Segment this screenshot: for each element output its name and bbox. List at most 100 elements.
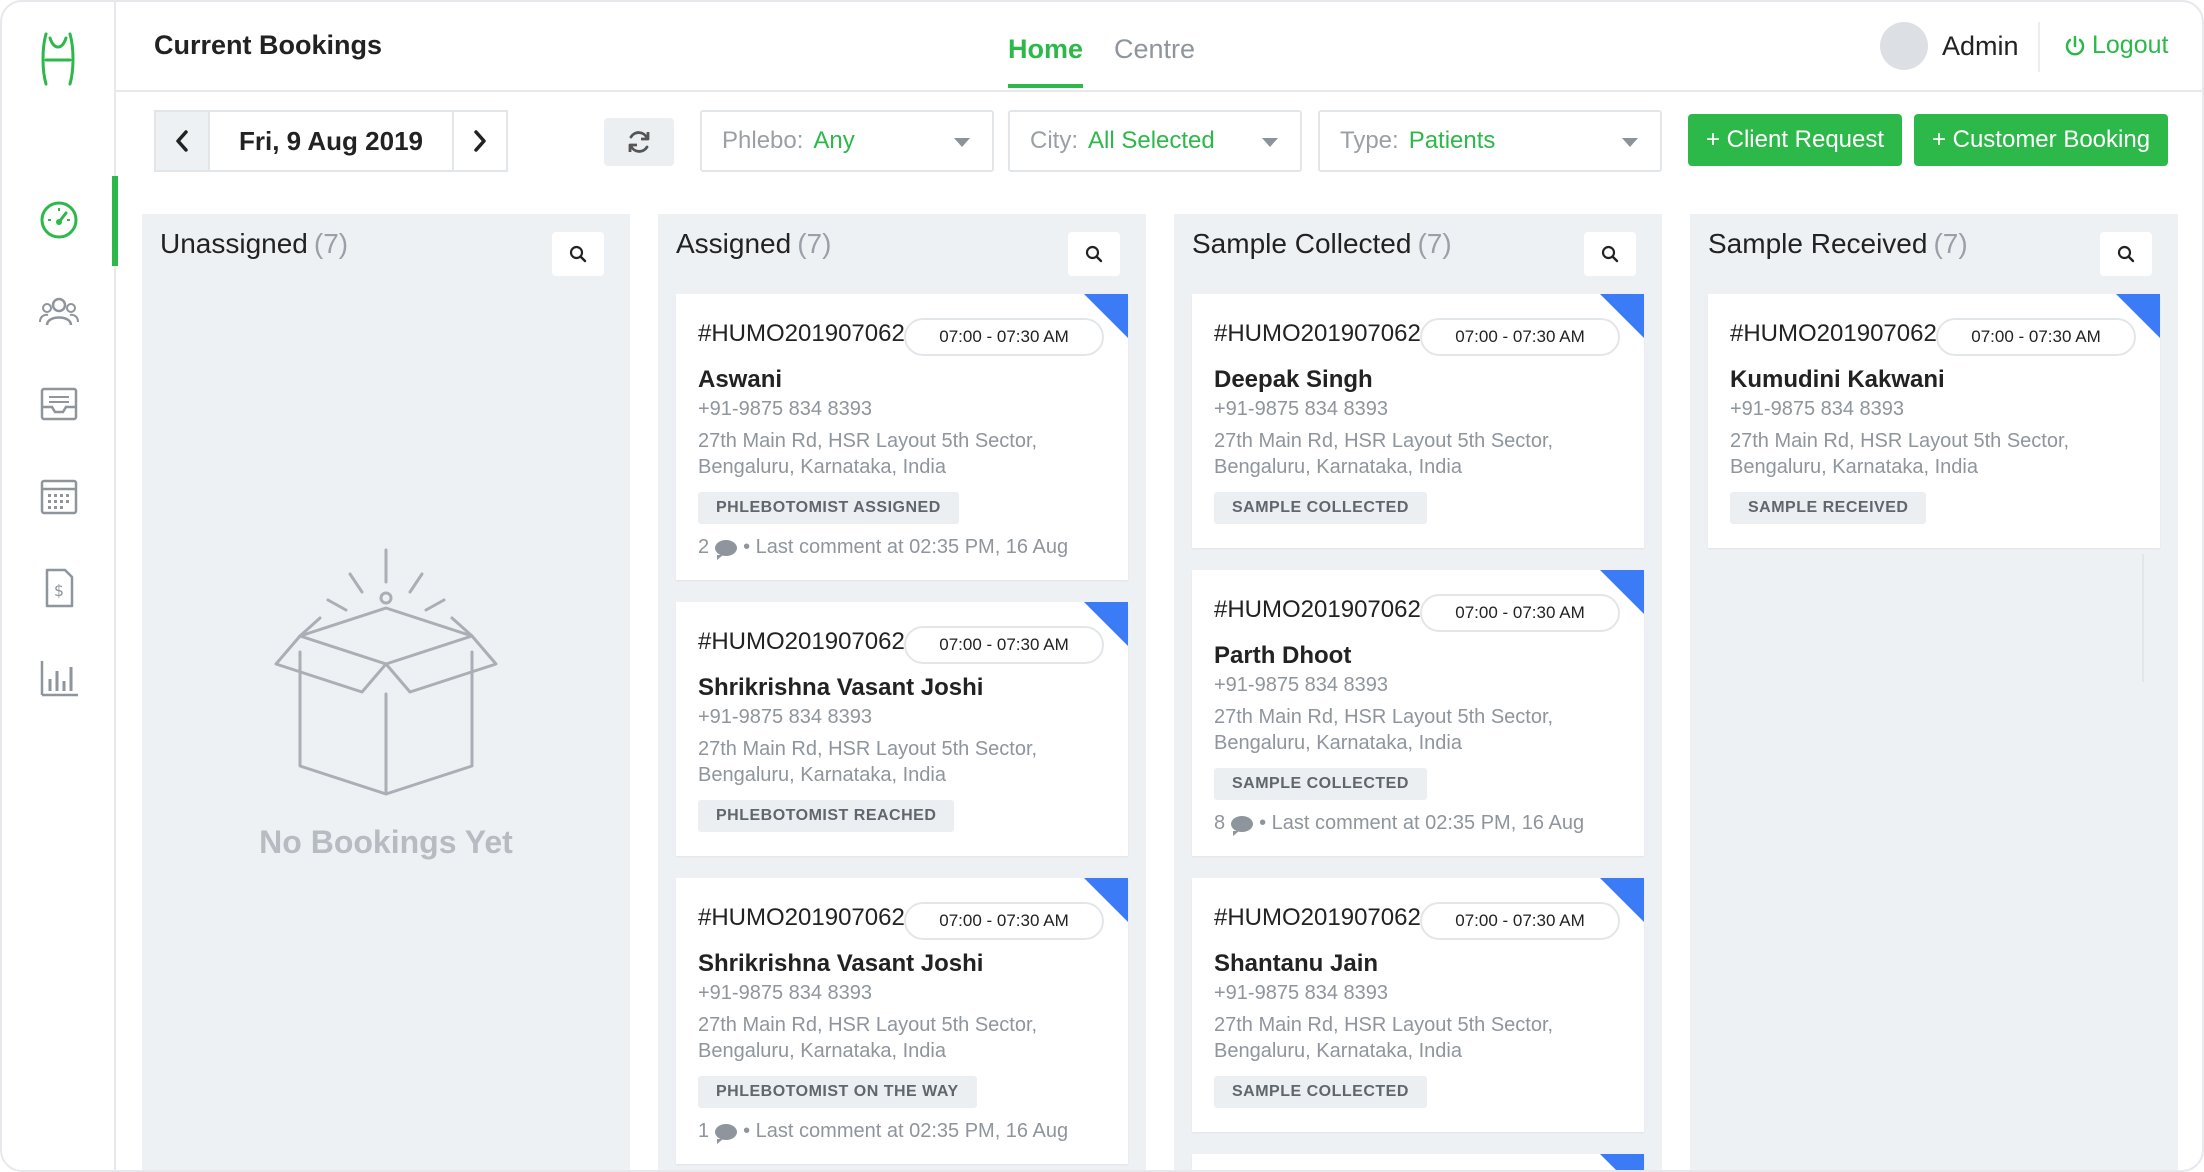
column-count: (7) xyxy=(313,228,349,259)
address-line-2: Bengaluru, Karnataka, India xyxy=(1214,456,1462,478)
date-next-button[interactable] xyxy=(452,112,506,170)
nav-calendar[interactable] xyxy=(2,464,116,528)
client-request-button[interactable]: + Client Request xyxy=(1688,114,1902,166)
comment-summary[interactable]: 8 • Last comment at 02:35 PM, 16 Aug xyxy=(1214,812,1585,836)
scroll-track[interactable] xyxy=(2142,554,2144,682)
column-header: Assigned (7) xyxy=(676,228,831,260)
booking-card[interactable]: #HUMO2019070624 07:00 - 07:30 AM Aswani … xyxy=(676,294,1128,580)
column-search-button[interactable] xyxy=(1068,232,1120,276)
chevron-down-icon xyxy=(954,138,970,147)
sidebar: $ xyxy=(2,2,118,1170)
chevron-right-icon xyxy=(474,130,486,152)
nav-inbox[interactable] xyxy=(2,372,116,436)
booking-card[interactable]: #HUMO2019070624 07:00 - 07:30 AM Deepak … xyxy=(1192,294,1644,548)
booking-id: #HUMO2019070624 xyxy=(1214,596,1435,623)
comment-text: • Last comment at 02:35 PM, 16 Aug xyxy=(743,536,1069,558)
time-slot: 07:00 - 07:30 AM xyxy=(1936,318,2136,356)
booking-id: #HUMO2019070624 xyxy=(698,904,919,931)
type-select[interactable]: Type: Patients xyxy=(1318,110,1662,172)
patient-phone: +91-9875 834 8393 xyxy=(698,706,873,728)
patient-address: 27th Main Rd, HSR Layout 5th Sector, Ben… xyxy=(1214,428,1553,480)
city-select[interactable]: City: All Selected xyxy=(1008,110,1302,172)
phlebo-value: Any xyxy=(813,127,855,154)
tab-home[interactable]: Home xyxy=(1008,34,1084,88)
current-date[interactable]: Fri, 9 Aug 2019 xyxy=(210,112,452,170)
patient-phone: +91-9875 834 8393 xyxy=(1214,674,1389,696)
address-line-2: Bengaluru, Karnataka, India xyxy=(1214,732,1462,754)
time-slot: 07:00 - 07:30 AM xyxy=(904,902,1104,940)
address-line-2: Bengaluru, Karnataka, India xyxy=(1730,456,1978,478)
comment-count: 2 xyxy=(698,536,710,558)
status-badge: SAMPLE RECEIVED xyxy=(1730,492,1927,524)
booking-card[interactable]: #HUMO2019070624 07:00 - 07:30 AM Parth D… xyxy=(1192,570,1644,856)
address-line-2: Bengaluru, Karnataka, India xyxy=(1214,1040,1462,1062)
invoice-icon: $ xyxy=(45,568,74,608)
column-title: Assigned xyxy=(676,228,792,259)
column-search-button[interactable] xyxy=(1584,232,1636,276)
column-search-button[interactable] xyxy=(2100,232,2152,276)
city-value: All Selected xyxy=(1088,127,1215,154)
address-line-1: 27th Main Rd, HSR Layout 5th Sector, xyxy=(1730,430,2070,452)
address-line-1: 27th Main Rd, HSR Layout 5th Sector, xyxy=(1214,706,1554,728)
time-slot: 07:00 - 07:30 AM xyxy=(1420,902,1620,940)
header-divider xyxy=(2038,22,2040,72)
status-badge: PHLEBOTOMIST ON THE WAY xyxy=(698,1076,977,1108)
comment-text: • Last comment at 02:35 PM, 16 Aug xyxy=(1259,812,1585,834)
column-sample-collected: Sample Collected (7) #HUMO2019070624 07:0… xyxy=(1174,214,1662,1170)
search-icon xyxy=(1601,245,1619,263)
column-title: Unassigned xyxy=(160,228,308,259)
booking-card[interactable]: #HUMO2019070624 07:00 - 07:30 AM Shantan… xyxy=(1192,878,1644,1132)
type-value: Patients xyxy=(1408,127,1496,154)
customer-booking-button[interactable]: + Customer Booking xyxy=(1914,114,2168,166)
priority-corner xyxy=(1600,1154,1644,1170)
nav-users[interactable] xyxy=(2,280,116,344)
nav-reports[interactable] xyxy=(2,646,116,710)
logo-icon[interactable] xyxy=(40,30,76,88)
booking-id: #HUMO2019070624 xyxy=(1730,320,1951,347)
comment-text: • Last comment at 02:35 PM, 16 Aug xyxy=(743,1120,1069,1142)
user-name[interactable]: Admin xyxy=(1942,31,2019,62)
refresh-button[interactable] xyxy=(604,118,674,166)
date-prev-button[interactable] xyxy=(156,112,210,170)
column-unassigned: Unassigned (7) No Bookings Yet xyxy=(142,214,630,1170)
patient-name: Kumudini Kakwani xyxy=(1730,366,1945,393)
column-search-button[interactable] xyxy=(552,232,604,276)
svg-text:$: $ xyxy=(54,581,64,600)
column-count: (7) xyxy=(1933,228,1968,259)
address-line-1: 27th Main Rd, HSR Layout 5th Sector, xyxy=(698,738,1038,760)
tab-centre[interactable]: Centre xyxy=(1114,34,1195,65)
logout-button[interactable]: Logout xyxy=(2064,31,2168,60)
comment-icon xyxy=(715,539,738,560)
avatar[interactable] xyxy=(1880,22,1928,70)
patient-address: 27th Main Rd, HSR Layout 5th Sector, Ben… xyxy=(698,428,1037,480)
phlebo-select[interactable]: Phlebo: Any xyxy=(700,110,994,172)
patient-phone: +91-9875 834 8393 xyxy=(1730,398,1905,420)
nav-dashboard[interactable] xyxy=(2,176,118,266)
phlebo-label: Phlebo: xyxy=(722,127,804,154)
comment-summary[interactable]: 2 • Last comment at 02:35 PM, 16 Aug xyxy=(698,536,1069,560)
booking-card[interactable] xyxy=(1192,1154,1644,1170)
booking-card[interactable]: #HUMO2019070624 07:00 - 07:30 AM Shrikri… xyxy=(676,878,1128,1164)
city-label: City: xyxy=(1030,127,1078,154)
nav-billing[interactable]: $ xyxy=(2,556,116,620)
comment-summary[interactable]: 1 • Last comment at 02:35 PM, 16 Aug xyxy=(698,1120,1069,1144)
column-header: Sample Received (7) xyxy=(1708,228,1968,260)
dashboard-icon xyxy=(40,201,78,239)
users-icon xyxy=(39,297,79,326)
column-assigned: Assigned (7) #HUMO2019070624 07:00 - 07:3… xyxy=(658,214,1146,1170)
patient-address: 27th Main Rd, HSR Layout 5th Sector, Ben… xyxy=(1730,428,2069,480)
address-line-1: 27th Main Rd, HSR Layout 5th Sector, xyxy=(1214,1014,1554,1036)
booking-card[interactable]: #HUMO2019070624 07:00 - 07:30 AM Kumudin… xyxy=(1708,294,2160,548)
column-header: Unassigned (7) xyxy=(160,228,348,260)
inbox-icon xyxy=(40,387,78,421)
open-box-icon xyxy=(274,548,498,796)
status-badge: SAMPLE COLLECTED xyxy=(1214,492,1427,524)
address-line-1: 27th Main Rd, HSR Layout 5th Sector, xyxy=(698,1014,1038,1036)
time-slot: 07:00 - 07:30 AM xyxy=(904,626,1104,664)
time-slot: 07:00 - 07:30 AM xyxy=(904,318,1104,356)
comment-count: 8 xyxy=(1214,812,1226,834)
reports-icon xyxy=(40,661,78,697)
refresh-icon xyxy=(628,131,650,153)
booking-card[interactable]: #HUMO2019070624 07:00 - 07:30 AM Shrikri… xyxy=(676,602,1128,856)
column-title: Sample Received xyxy=(1708,228,1928,259)
